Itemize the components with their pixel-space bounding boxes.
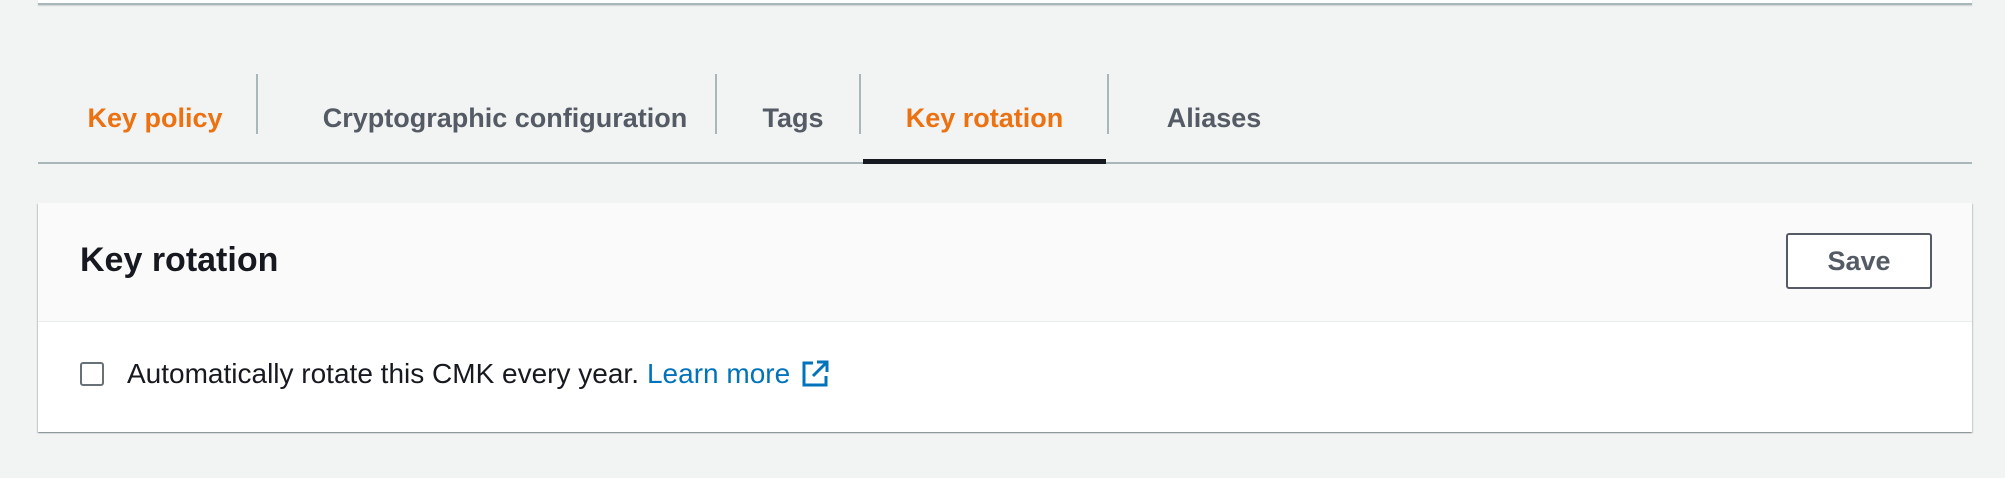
panel-header: Key rotation Save: [38, 203, 1972, 322]
auto-rotate-label: Automatically rotate this CMK every year…: [127, 358, 639, 389]
auto-rotate-checkbox[interactable]: [80, 362, 104, 386]
external-link-icon[interactable]: [800, 359, 830, 389]
tab-cryptographic-configuration[interactable]: Cryptographic configuration: [300, 74, 710, 162]
learn-more-link[interactable]: Learn more: [647, 358, 790, 390]
save-button[interactable]: Save: [1786, 233, 1932, 289]
tab-key-policy[interactable]: Key policy: [80, 74, 230, 162]
tab-separator: [256, 74, 258, 134]
tab-separator: [715, 74, 717, 134]
tab-tags[interactable]: Tags: [748, 74, 838, 162]
tab-aliases[interactable]: Aliases: [1144, 74, 1284, 162]
tab-bar: Key policy Cryptographic configuration T…: [38, 74, 1972, 164]
previous-panel-bottom-edge: [38, 0, 1972, 5]
panel-body: Automatically rotate this CMK every year…: [38, 322, 1972, 432]
tab-separator: [1107, 74, 1109, 134]
panel-title: Key rotation: [80, 241, 279, 279]
tab-key-rotation[interactable]: Key rotation: [863, 74, 1106, 164]
key-rotation-panel: Key rotation Save Automatically rotate t…: [38, 203, 1972, 432]
auto-rotate-label-row: Automatically rotate this CMK every year…: [127, 358, 830, 390]
tab-separator: [859, 74, 861, 134]
